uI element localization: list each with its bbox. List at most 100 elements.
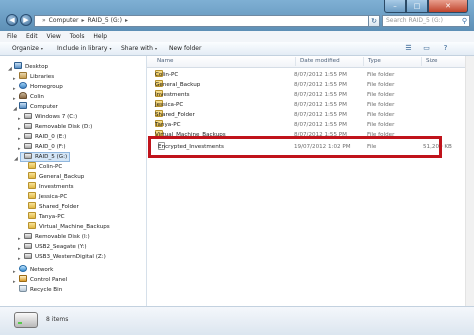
address-chevron[interactable]: ▸ (82, 17, 85, 24)
sidebar-item-computer[interactable]: Computer (19, 102, 58, 112)
sidebar-item-removable-d[interactable]: Removable Disk (D:) (24, 122, 92, 132)
chevron-down-icon: ▾ (109, 46, 112, 51)
forward-button[interactable]: ▶ (20, 14, 32, 26)
expand-icon[interactable]: ▸ (18, 254, 21, 264)
expand-icon[interactable]: ▸ (13, 84, 16, 94)
address-chevron[interactable]: ▸ (125, 17, 128, 24)
back-button[interactable]: ◀ (6, 14, 18, 26)
address-segment-drive[interactable]: RAID_5 (G:) (88, 17, 123, 24)
file-row[interactable]: Shared_Folder 8/07/2012 1:55 PM File fol… (153, 110, 463, 120)
expand-icon[interactable]: ▸ (13, 94, 16, 104)
libraries-icon (19, 72, 27, 79)
search-icon[interactable]: ⚲ (462, 16, 467, 26)
sidebar-item-recycle-bin[interactable]: Recycle Bin (19, 285, 62, 295)
new-folder-button[interactable]: New folder (169, 42, 201, 55)
sidebar-item-jessica-pc[interactable]: Jessica-PC (28, 192, 67, 202)
file-row[interactable]: Colin-PC 8/07/2012 1:55 PM File folder (153, 70, 463, 80)
menu-view[interactable]: View (47, 31, 61, 42)
drive-icon (24, 233, 32, 239)
sidebar-item-shared-folder[interactable]: Shared_Folder (28, 202, 79, 212)
sidebar-item-investments[interactable]: Investments (28, 182, 74, 192)
sidebar-item-homegroup[interactable]: Homegroup (19, 82, 63, 92)
sidebar-item-general-backup[interactable]: General_Backup (28, 172, 84, 182)
expand-icon[interactable]: ▸ (13, 74, 16, 84)
file-row[interactable]: Investments 8/07/2012 1:55 PM File folde… (153, 90, 463, 100)
sidebar-item-colin[interactable]: Colin (19, 92, 44, 102)
sidebar-item-tanya-pc[interactable]: Tanya-PC (28, 212, 65, 222)
computer-icon (19, 102, 27, 109)
address-bar[interactable]: » Computer ▸ RAID_5 (G:) ▸ (34, 15, 369, 27)
close-button[interactable]: ✕ (428, 0, 468, 13)
sidebar-item-removable-i[interactable]: Removable Disk (I:) (24, 232, 90, 242)
address-root-chevron[interactable]: » (42, 17, 46, 24)
column-type[interactable]: Type (368, 56, 381, 67)
folder-icon (28, 162, 36, 169)
sidebar-item-raid0-f[interactable]: RAID_0 (F:) (24, 142, 66, 152)
expand-icon[interactable]: ▸ (18, 124, 21, 134)
explorer-window: – □ ✕ ◀ ▶ » Computer ▸ RAID_5 (G:) ▸ ↻ Searc… (0, 0, 474, 335)
address-segment-computer[interactable]: Computer (49, 17, 79, 24)
sidebar-item-label: Virtual_Machine_Backups (39, 224, 110, 230)
drive-icon (24, 153, 32, 159)
sidebar-item-usb2-seagate[interactable]: USB2_Seagate (Y:) (24, 242, 87, 252)
navigation-pane: ◢ Desktop ▸ Libraries ▸ Homegroup ▸ Coli… (0, 56, 147, 306)
sidebar-item-label: Libraries (30, 74, 55, 80)
menu-file[interactable]: File (7, 31, 17, 42)
column-divider[interactable] (421, 57, 422, 66)
sidebar-item-usb3-wd[interactable]: USB3_WesternDigital (Z:) (24, 252, 106, 262)
minimize-button[interactable]: – (384, 0, 406, 13)
title-bar[interactable]: – □ ✕ ◀ ▶ » Computer ▸ RAID_5 (G:) ▸ ↻ Searc… (0, 0, 474, 31)
sidebar-item-windows-c[interactable]: Windows 7 (C:) (24, 112, 77, 122)
column-size[interactable]: Size (426, 56, 437, 67)
refresh-button[interactable]: ↻ (369, 15, 380, 27)
sidebar-item-colin-pc[interactable]: Colin-PC (28, 162, 62, 172)
sidebar-item-vm-backups[interactable]: Virtual_Machine_Backups (28, 222, 110, 232)
file-type: File folder (367, 92, 395, 98)
column-date-modified[interactable]: Date modified (300, 56, 340, 67)
sidebar-item-label: Network (30, 267, 54, 273)
file-date: 8/07/2012 1:55 PM (294, 102, 347, 108)
sidebar-item-desktop[interactable]: Desktop (14, 62, 48, 72)
file-row[interactable]: Jessica-PC 8/07/2012 1:55 PM File folder (153, 100, 463, 110)
menu-help[interactable]: Help (93, 31, 107, 42)
expand-icon[interactable]: ▸ (18, 234, 21, 244)
organize-button[interactable]: Organize ▾ (12, 42, 43, 55)
sidebar-item-control-panel[interactable]: Control Panel (19, 275, 67, 285)
maximize-button[interactable]: □ (406, 0, 428, 13)
column-divider[interactable] (295, 57, 296, 66)
sidebar-item-raid5-g[interactable]: RAID_5 (G:) (20, 152, 70, 162)
search-input[interactable]: Search RAID_5 (G:) ⚲ (382, 15, 470, 27)
file-row[interactable]: Tanya-PC 8/07/2012 1:55 PM File folder (153, 120, 463, 130)
menu-edit[interactable]: Edit (26, 31, 38, 42)
expand-icon[interactable]: ▸ (18, 134, 21, 144)
view-options-icon[interactable]: ☰ (404, 44, 413, 53)
menu-tools[interactable]: Tools (70, 31, 85, 42)
chevron-down-icon: ▾ (40, 46, 43, 51)
sidebar-item-label: USB3_WesternDigital (Z:) (35, 254, 106, 260)
expand-icon[interactable]: ◢ (13, 104, 17, 114)
include-in-library-button[interactable]: Include in library ▾ (57, 42, 111, 55)
expand-icon[interactable]: ◢ (14, 154, 18, 164)
vertical-scrollbar[interactable] (465, 56, 474, 306)
sidebar-item-label: Recycle Bin (30, 287, 63, 293)
sidebar-item-label: Desktop (25, 64, 49, 70)
expand-icon[interactable]: ▸ (18, 244, 21, 254)
column-divider[interactable] (363, 57, 364, 66)
expand-icon[interactable]: ▸ (13, 277, 16, 287)
drive-icon (24, 133, 32, 139)
organize-label: Organize (12, 45, 39, 52)
file-type: File folder (367, 72, 395, 78)
help-icon[interactable]: ? (441, 44, 450, 53)
expand-icon[interactable]: ▸ (18, 114, 21, 124)
file-row[interactable]: General_Backup 8/07/2012 1:55 PM File fo… (153, 80, 463, 90)
preview-pane-icon[interactable]: ▭ (422, 44, 431, 53)
sidebar-item-raid0-e[interactable]: RAID_0 (E:) (24, 132, 66, 142)
share-with-button[interactable]: Share with ▾ (121, 42, 157, 55)
sidebar-item-libraries[interactable]: Libraries (19, 72, 54, 82)
expand-icon[interactable]: ◢ (8, 64, 12, 74)
network-icon (19, 265, 27, 272)
sidebar-item-network[interactable]: Network (19, 265, 53, 275)
drive-icon (24, 243, 32, 249)
expand-icon[interactable]: ▸ (13, 267, 16, 277)
column-name[interactable]: Name (157, 56, 174, 67)
